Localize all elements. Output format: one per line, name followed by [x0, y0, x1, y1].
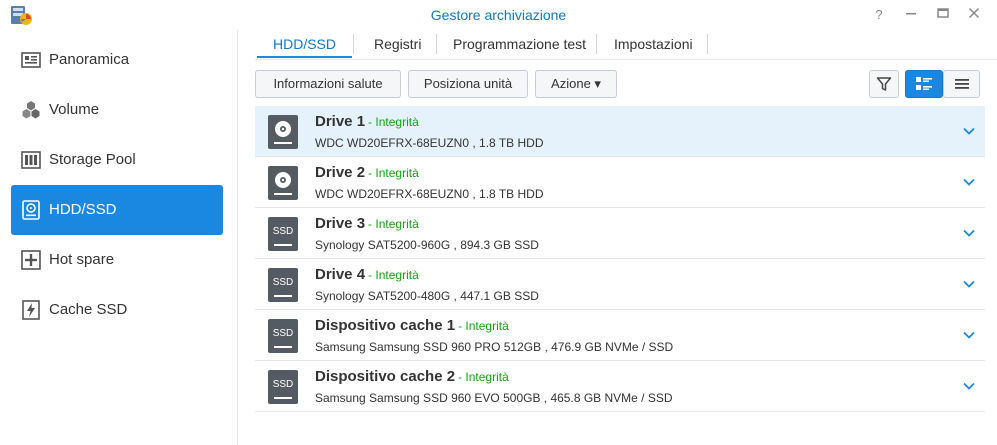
- ssd-drive-icon: SSD: [268, 268, 298, 302]
- drive-row-drive-4[interactable]: SSD Drive 4- Integrità Synology SAT5200-…: [255, 259, 985, 310]
- drive-name: Dispositivo cache 2: [315, 368, 456, 385]
- tab-separator: [353, 34, 354, 54]
- drive-status: - Integrità: [368, 268, 419, 282]
- drive-status: - Integrità: [458, 319, 509, 333]
- drive-row-drive-3[interactable]: SSD Drive 3- Integrità Synology SAT5200-…: [255, 208, 985, 259]
- drive-row-cache-1[interactable]: SSD Dispositivo cache 1- Integrità Samsu…: [255, 310, 985, 361]
- tab-test-scheduling[interactable]: Programmazione test: [453, 30, 586, 58]
- drive-description: WDC WD20EFRX-68EUZN0 , 1.8 TB HDD: [315, 136, 544, 150]
- drive-row-drive-1[interactable]: Drive 1- Integrità WDC WD20EFRX-68EUZN0 …: [255, 106, 985, 157]
- filter-button[interactable]: [869, 70, 899, 98]
- volume-icon: [22, 101, 40, 119]
- detail-view-button[interactable]: [905, 70, 943, 98]
- ssd-drive-icon: SSD: [268, 370, 298, 404]
- tab-logs[interactable]: Registri: [374, 30, 421, 58]
- list-view-button[interactable]: [943, 70, 980, 98]
- sidebar-item-label: Cache SSD: [49, 301, 128, 318]
- hdd-drive-icon: [268, 115, 298, 149]
- sidebar-item-label: Storage Pool: [49, 151, 136, 168]
- drive-description: WDC WD20EFRX-68EUZN0 , 1.8 TB HDD: [315, 187, 544, 201]
- sidebar-item-overview[interactable]: Panoramica: [11, 35, 223, 85]
- ssd-badge-text: SSD: [273, 328, 294, 339]
- help-button[interactable]: ?: [870, 6, 888, 24]
- health-info-button[interactable]: Informazioni salute: [255, 70, 401, 98]
- drive-name: Dispositivo cache 1: [315, 317, 456, 334]
- maximize-icon: [937, 8, 949, 18]
- maximize-button[interactable]: [934, 6, 952, 24]
- ssd-badge-text: SSD: [273, 379, 294, 390]
- sidebar-item-label: Hot spare: [49, 251, 115, 268]
- drive-description: Samsung Samsung SSD 960 EVO 500GB , 465.…: [315, 391, 673, 405]
- drive-description: Samsung Samsung SSD 960 PRO 512GB , 476.…: [315, 340, 674, 354]
- tab-hdd-ssd[interactable]: HDD/SSD: [257, 30, 352, 58]
- chevron-down-icon[interactable]: [961, 225, 977, 241]
- drive-status: - Integrità: [458, 370, 509, 384]
- chevron-down-icon[interactable]: [961, 327, 977, 343]
- drive-description: Synology SAT5200-480G , 447.1 GB SSD: [315, 289, 539, 303]
- drive-status: - Integrità: [368, 166, 419, 180]
- tab-separator: [436, 34, 437, 54]
- window-title: Gestore archiviazione: [430, 7, 567, 23]
- close-icon: [968, 7, 980, 19]
- hdd-icon: [22, 200, 40, 220]
- detail-list-icon: [916, 77, 932, 90]
- ssd-badge-text: SSD: [273, 226, 294, 237]
- locate-drive-button[interactable]: Posiziona unità: [408, 70, 528, 98]
- chevron-down-icon[interactable]: [961, 378, 977, 394]
- sidebar-item-cache-ssd[interactable]: Cache SSD: [11, 285, 223, 335]
- drive-row-drive-2[interactable]: Drive 2- Integrità WDC WD20EFRX-68EUZN0 …: [255, 157, 985, 208]
- cache-ssd-icon: [22, 300, 40, 320]
- hdd-drive-icon: [268, 166, 298, 200]
- sidebar-item-volume[interactable]: Volume: [11, 85, 223, 135]
- sidebar-item-hdd-ssd[interactable]: HDD/SSD: [11, 185, 223, 235]
- title-bar: Gestore archiviazione ?: [0, 0, 997, 30]
- minimize-icon: [906, 13, 916, 15]
- drive-name: Drive 1: [315, 113, 366, 130]
- sidebar-item-label: Panoramica: [49, 51, 130, 68]
- sidebar-item-label: HDD/SSD: [49, 201, 117, 218]
- tab-separator: [596, 34, 597, 54]
- filter-icon: [876, 77, 892, 91]
- chevron-down-icon[interactable]: [961, 123, 977, 139]
- drive-name: Drive 3: [315, 215, 366, 232]
- ssd-drive-icon: SSD: [268, 217, 298, 251]
- ssd-drive-icon: SSD: [268, 319, 298, 353]
- minimize-button[interactable]: [902, 6, 920, 24]
- tabs-divider: [255, 59, 997, 60]
- overview-icon: [21, 52, 41, 68]
- drive-status: - Integrità: [368, 217, 419, 231]
- drive-name: Drive 4: [315, 266, 366, 283]
- sidebar-item-storage-pool[interactable]: Storage Pool: [11, 135, 223, 185]
- chevron-down-icon[interactable]: [961, 174, 977, 190]
- ssd-badge-text: SSD: [273, 277, 294, 288]
- storage-pool-icon: [21, 151, 41, 169]
- sidebar: Panoramica Volume Storage Pool HDD/SSD H…: [0, 30, 238, 445]
- chevron-down-icon[interactable]: [961, 276, 977, 292]
- tab-separator: [707, 34, 708, 54]
- drive-status: - Integrità: [368, 115, 419, 129]
- sidebar-item-label: Volume: [49, 101, 100, 118]
- list-icon: [954, 79, 969, 89]
- tab-settings[interactable]: Impostazioni: [614, 30, 693, 58]
- sidebar-item-hot-spare[interactable]: Hot spare: [11, 235, 223, 285]
- drive-name: Drive 2: [315, 164, 366, 181]
- drive-row-cache-2[interactable]: SSD Dispositivo cache 2- Integrità Samsu…: [255, 361, 985, 412]
- action-dropdown-button[interactable]: Azione ▾: [535, 70, 617, 98]
- close-button[interactable]: [965, 6, 983, 24]
- drive-description: Synology SAT5200-960G , 894.3 GB SSD: [315, 238, 539, 252]
- hot-spare-icon: [21, 250, 41, 270]
